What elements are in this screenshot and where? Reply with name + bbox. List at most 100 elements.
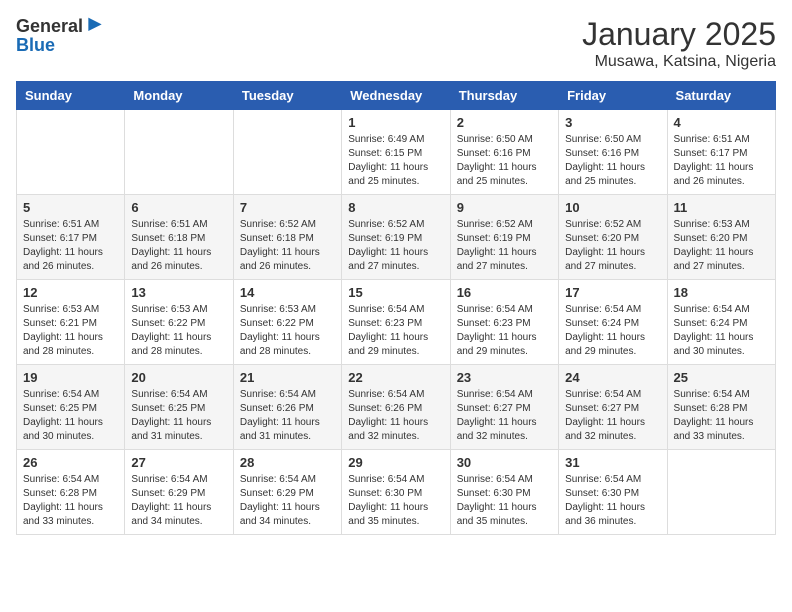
day-number: 12 [23,285,118,300]
calendar-day-cell: 27 Sunrise: 6:54 AM Sunset: 6:29 PM Dayli… [125,450,233,535]
calendar-day-cell: 14Sunrise: 6:53 AM Sunset: 6:22 PM Dayli… [233,280,341,365]
logo-flag-icon [85,16,105,36]
calendar-day-cell: 19Sunrise: 6:54 AM Sunset: 6:25 PM Dayli… [17,365,125,450]
calendar-title: January 2025 [582,16,776,53]
day-info: Sunrise: 6:54 AM Sunset: 6:24 PM Dayligh… [565,303,660,359]
calendar-day-cell: 16 Sunrise: 6:54 AM Sunset: 6:23 PM Dayli… [450,280,558,365]
calendar-day-cell: 6 Sunrise: 6:51 AM Sunset: 6:18 PM Daylig… [125,195,233,280]
day-number: 13 [131,285,226,300]
calendar-day-cell: 25Sunrise: 6:54 AM Sunset: 6:28 PM Dayli… [667,365,775,450]
day-info: Sunrise: 6:53 AM Sunset: 6:22 PM Dayligh… [240,303,335,359]
calendar-week-row: 1 Sunrise: 6:49 AM Sunset: 6:15 PM Daylig… [17,110,776,195]
calendar-day-cell [125,110,233,195]
day-info: Sunrise: 6:54 AM Sunset: 6:24 PM Dayligh… [674,303,769,359]
day-number: 4 [674,115,769,130]
day-info: Sunrise: 6:53 AM Sunset: 6:22 PM Dayligh… [131,303,226,359]
title-block: January 2025 Musawa, Katsina, Nigeria [582,16,776,71]
day-number: 16 [457,285,552,300]
calendar-table: SundayMondayTuesdayWednesdayThursdayFrid… [16,81,776,535]
day-info: Sunrise: 6:51 AM Sunset: 6:17 PM Dayligh… [674,133,769,189]
day-number: 3 [565,115,660,130]
calendar-day-cell: 13 Sunrise: 6:53 AM Sunset: 6:22 PM Dayli… [125,280,233,365]
calendar-day-cell: 8 Sunrise: 6:52 AM Sunset: 6:19 PM Daylig… [342,195,450,280]
calendar-day-cell: 3 Sunrise: 6:50 AM Sunset: 6:16 PM Daylig… [559,110,667,195]
calendar-day-cell: 7 Sunrise: 6:52 AM Sunset: 6:18 PM Daylig… [233,195,341,280]
day-info: Sunrise: 6:54 AM Sunset: 6:23 PM Dayligh… [348,303,443,359]
calendar-day-cell: 2 Sunrise: 6:50 AM Sunset: 6:16 PM Daylig… [450,110,558,195]
day-number: 17 [565,285,660,300]
calendar-header-row: SundayMondayTuesdayWednesdayThursdayFrid… [17,82,776,110]
day-info: Sunrise: 6:54 AM Sunset: 6:27 PM Dayligh… [457,388,552,444]
day-number: 7 [240,200,335,215]
day-number: 30 [457,455,552,470]
day-info: Sunrise: 6:51 AM Sunset: 6:17 PM Dayligh… [23,218,118,274]
day-info: Sunrise: 6:49 AM Sunset: 6:15 PM Dayligh… [348,133,443,189]
day-info: Sunrise: 6:52 AM Sunset: 6:19 PM Dayligh… [457,218,552,274]
calendar-day-cell: 18 Sunrise: 6:54 AM Sunset: 6:24 PM Dayli… [667,280,775,365]
day-info: Sunrise: 6:54 AM Sunset: 6:30 PM Dayligh… [457,473,552,529]
day-number: 8 [348,200,443,215]
calendar-day-cell: 1 Sunrise: 6:49 AM Sunset: 6:15 PM Daylig… [342,110,450,195]
day-number: 19 [23,370,118,385]
day-info: Sunrise: 6:52 AM Sunset: 6:19 PM Dayligh… [348,218,443,274]
day-info: Sunrise: 6:54 AM Sunset: 6:26 PM Dayligh… [240,388,335,444]
day-number: 18 [674,285,769,300]
day-info: Sunrise: 6:54 AM Sunset: 6:29 PM Dayligh… [240,473,335,529]
logo-general-text: General [16,17,83,35]
day-number: 2 [457,115,552,130]
calendar-day-cell: 26Sunrise: 6:54 AM Sunset: 6:28 PM Dayli… [17,450,125,535]
calendar-day-cell: 20 Sunrise: 6:54 AM Sunset: 6:25 PM Dayli… [125,365,233,450]
calendar-day-cell [667,450,775,535]
day-number: 24 [565,370,660,385]
day-info: Sunrise: 6:52 AM Sunset: 6:18 PM Dayligh… [240,218,335,274]
day-info: Sunrise: 6:51 AM Sunset: 6:18 PM Dayligh… [131,218,226,274]
day-number: 27 [131,455,226,470]
day-number: 5 [23,200,118,215]
day-number: 9 [457,200,552,215]
day-info: Sunrise: 6:50 AM Sunset: 6:16 PM Dayligh… [457,133,552,189]
day-info: Sunrise: 6:54 AM Sunset: 6:29 PM Dayligh… [131,473,226,529]
day-number: 1 [348,115,443,130]
logo-blue-text: Blue [16,36,55,54]
day-info: Sunrise: 6:53 AM Sunset: 6:20 PM Dayligh… [674,218,769,274]
day-info: Sunrise: 6:54 AM Sunset: 6:23 PM Dayligh… [457,303,552,359]
day-number: 15 [348,285,443,300]
calendar-day-cell: 28 Sunrise: 6:54 AM Sunset: 6:29 PM Dayli… [233,450,341,535]
calendar-day-cell [233,110,341,195]
calendar-day-cell [17,110,125,195]
calendar-day-cell: 10Sunrise: 6:52 AM Sunset: 6:20 PM Dayli… [559,195,667,280]
day-number: 11 [674,200,769,215]
day-info: Sunrise: 6:53 AM Sunset: 6:21 PM Dayligh… [23,303,118,359]
weekday-header: Thursday [450,82,558,110]
calendar-day-cell: 5 Sunrise: 6:51 AM Sunset: 6:17 PM Daylig… [17,195,125,280]
day-number: 25 [674,370,769,385]
weekday-header: Sunday [17,82,125,110]
day-number: 21 [240,370,335,385]
calendar-day-cell: 4 Sunrise: 6:51 AM Sunset: 6:17 PM Daylig… [667,110,775,195]
calendar-week-row: 5 Sunrise: 6:51 AM Sunset: 6:17 PM Daylig… [17,195,776,280]
day-info: Sunrise: 6:54 AM Sunset: 6:25 PM Dayligh… [131,388,226,444]
day-info: Sunrise: 6:54 AM Sunset: 6:30 PM Dayligh… [565,473,660,529]
calendar-week-row: 26Sunrise: 6:54 AM Sunset: 6:28 PM Dayli… [17,450,776,535]
page-header: General Blue January 2025 Musawa, Katsin… [16,16,776,71]
calendar-day-cell: 9 Sunrise: 6:52 AM Sunset: 6:19 PM Daylig… [450,195,558,280]
calendar-day-cell: 23 Sunrise: 6:54 AM Sunset: 6:27 PM Dayli… [450,365,558,450]
weekday-header: Monday [125,82,233,110]
calendar-day-cell: 12 Sunrise: 6:53 AM Sunset: 6:21 PM Dayli… [17,280,125,365]
day-info: Sunrise: 6:54 AM Sunset: 6:26 PM Dayligh… [348,388,443,444]
calendar-day-cell: 17 Sunrise: 6:54 AM Sunset: 6:24 PM Dayli… [559,280,667,365]
weekday-header: Wednesday [342,82,450,110]
day-info: Sunrise: 6:50 AM Sunset: 6:16 PM Dayligh… [565,133,660,189]
calendar-week-row: 12 Sunrise: 6:53 AM Sunset: 6:21 PM Dayli… [17,280,776,365]
day-number: 10 [565,200,660,215]
day-number: 23 [457,370,552,385]
day-info: Sunrise: 6:54 AM Sunset: 6:30 PM Dayligh… [348,473,443,529]
day-number: 20 [131,370,226,385]
calendar-day-cell: 15 Sunrise: 6:54 AM Sunset: 6:23 PM Dayli… [342,280,450,365]
logo: General Blue [16,16,105,54]
day-info: Sunrise: 6:54 AM Sunset: 6:28 PM Dayligh… [23,473,118,529]
calendar-day-cell: 30 Sunrise: 6:54 AM Sunset: 6:30 PM Dayli… [450,450,558,535]
weekday-header: Friday [559,82,667,110]
day-number: 6 [131,200,226,215]
day-number: 28 [240,455,335,470]
